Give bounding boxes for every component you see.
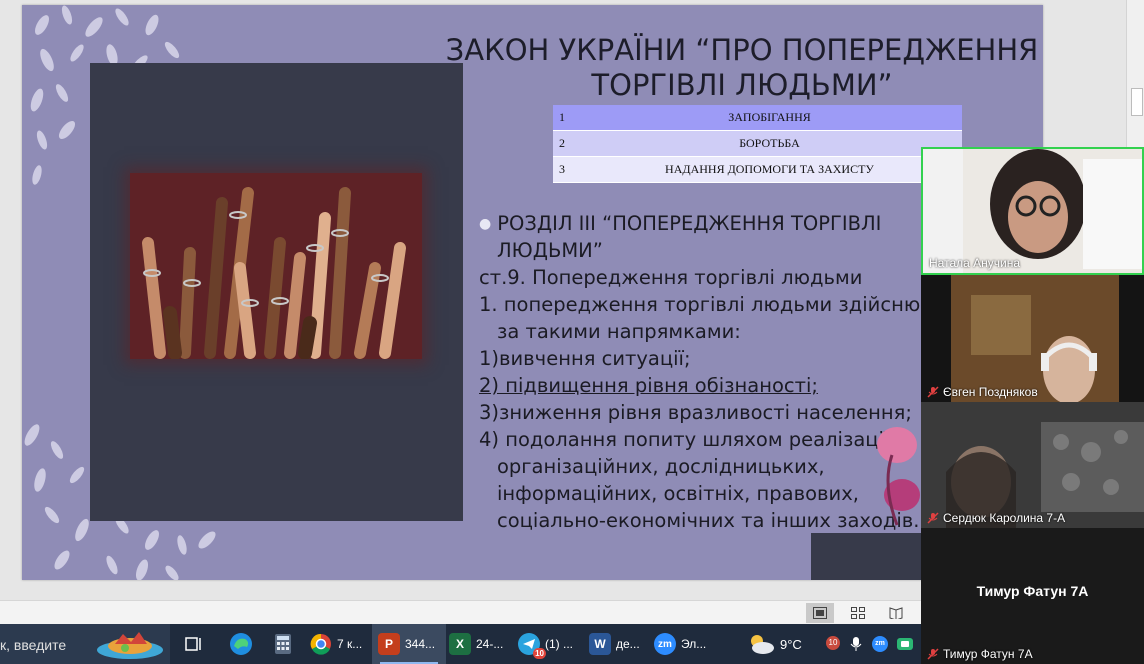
table-cell-num: 3 (553, 156, 577, 183)
edge-app-button[interactable] (226, 624, 256, 664)
zoom-participants-panel: Натала Анучина Євген Поздняков Сердюк Ка… (921, 147, 1144, 664)
scroll-thumb[interactable] (1131, 88, 1143, 116)
title-line-2: ТОРГІВЛІ ЛЮДЬМИ” (591, 68, 893, 102)
calculator-app-button[interactable] (268, 624, 298, 664)
normal-view-icon (813, 607, 827, 619)
notification-badge: 10 (533, 648, 546, 659)
table-cell-text: ЗАПОБІГАННЯ (577, 105, 962, 131)
excel-icon: X (449, 633, 471, 655)
participant-tile[interactable]: Євген Поздняков (921, 275, 1144, 402)
participant-name: Євген Поздняков (927, 385, 1038, 399)
participant-name: Натала Анучина (929, 256, 1020, 270)
app-label: (1) ... (545, 637, 574, 651)
participant-name-text: Сердюк Каролина 7-А (943, 511, 1066, 525)
participant-video-icon (963, 149, 1142, 273)
taskbar-search-box[interactable]: к, введите (0, 624, 170, 664)
slide-title: ЗАКОН УКРАЇНИ “ПРО ПОПЕРЕДЖЕННЯ ТОРГІВЛІ… (442, 33, 1042, 103)
search-highlight-island-icon (97, 632, 163, 659)
app-label: Эл... (681, 637, 707, 651)
word-app-button[interactable]: W де... (583, 624, 651, 664)
task-view-button[interactable] (180, 624, 208, 664)
participant-name-text: Євген Поздняков (943, 385, 1038, 399)
taskbar-search-text: к, введите (0, 637, 67, 653)
participant-tile[interactable]: Тимур Фатун 7А Тимур Фатун 7А (921, 528, 1144, 664)
zoom-app-button[interactable]: zm Эл... (648, 624, 718, 664)
chrome-app-button[interactable]: 7 к... (304, 624, 374, 664)
task-view-icon (185, 637, 201, 651)
participant-video-icon (951, 275, 1119, 402)
participant-tile[interactable]: Сердюк Каролина 7-А (921, 402, 1144, 528)
mic-muted-icon (927, 512, 939, 524)
excel-app-button[interactable]: X 24-... (443, 624, 515, 664)
slide-sorter-button[interactable] (844, 603, 872, 623)
normal-view-button[interactable] (806, 603, 834, 623)
app-label: 344... (405, 637, 436, 651)
app-label: 7 к... (337, 637, 363, 651)
slide[interactable]: ЗАКОН УКРАЇНИ “ПРО ПОПЕРЕДЖЕННЯ ТОРГІВЛІ… (22, 5, 1043, 580)
calculator-icon (275, 634, 291, 654)
chained-hands-image (130, 173, 422, 360)
slide-sorter-icon (851, 607, 865, 619)
participant-display-name: Тимур Фатун 7А (976, 583, 1089, 599)
powerpoint-icon: P (378, 633, 400, 655)
participant-name-text: Натала Анучина (929, 256, 1021, 270)
participant-video-icon (921, 402, 1144, 528)
paper-plane-icon (523, 639, 535, 649)
weather-temperature: 9°C (780, 637, 802, 652)
powerpoint-app-button[interactable]: P 344... (372, 624, 446, 664)
participant-name-text: Тимур Фатун 7А (943, 647, 1033, 661)
participant-name: Тимур Фатун 7А (927, 647, 1033, 661)
title-line-1: ЗАКОН УКРАЇНИ “ПРО ПОПЕРЕДЖЕННЯ (445, 33, 1039, 67)
table-row: 3 НАДАННЯ ДОПОМОГИ ТА ЗАХИСТУ (553, 156, 962, 183)
edge-icon (230, 633, 252, 655)
mic-muted-icon (927, 648, 939, 660)
microphone-icon[interactable] (850, 636, 862, 652)
table-cell-num: 1 (553, 105, 577, 131)
reading-view-icon (889, 607, 903, 619)
image-panel[interactable] (90, 63, 463, 521)
raised-hands-icon (142, 187, 406, 360)
table-cell-text: БОРОТЬБА (577, 130, 962, 157)
table-cell-num: 2 (553, 130, 577, 157)
reading-view-button[interactable] (882, 603, 910, 623)
zoom-icon: zm (654, 633, 676, 655)
zoom-tray-icon[interactable]: zm (872, 636, 888, 652)
directions-table: 1 ЗАПОБІГАННЯ 2 БОРОТЬБА 3 НАДАННЯ ДОПОМ… (553, 105, 962, 183)
bullet-icon: ● (479, 216, 492, 232)
app-label: 24-... (476, 637, 504, 651)
body-line-text: РОЗДІЛ ІІІ “ПОПЕРЕДЖЕННЯ ТОРГІВЛІ (497, 212, 882, 235)
table-row: 2 БОРОТЬБА (553, 130, 962, 157)
participant-name: Сердюк Каролина 7-А (927, 511, 1065, 525)
tray-notification-badge[interactable]: 10 (826, 636, 840, 650)
participant-tile[interactable]: Натала Анучина (921, 147, 1144, 275)
table-row: 1 ЗАПОБІГАННЯ (553, 105, 962, 131)
tray-app-icon[interactable] (896, 636, 914, 652)
telegram-icon: 10 (518, 633, 546, 659)
app-label: де... (616, 637, 640, 651)
decorative-flower-icon (877, 427, 920, 526)
chrome-icon (310, 633, 331, 655)
weather-cloud-icon (751, 635, 774, 654)
word-icon: W (589, 633, 611, 655)
telegram-app-button[interactable]: 10 (1) ... (512, 624, 586, 664)
table-cell-text: НАДАННЯ ДОПОМОГИ ТА ЗАХИСТУ (577, 156, 962, 183)
mic-muted-icon (927, 386, 939, 398)
